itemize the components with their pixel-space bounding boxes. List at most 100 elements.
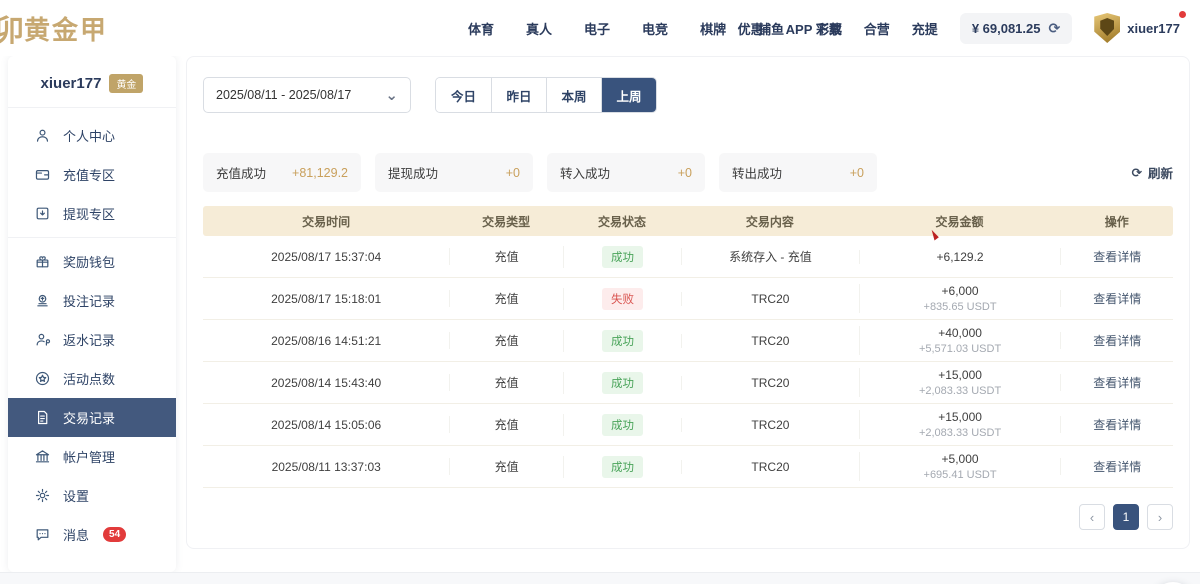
quick-range-tabs: 今日 昨日 本周 上周 (435, 77, 657, 113)
cell-amount: +15,000 (860, 410, 1061, 424)
view-details-link[interactable]: 查看详情 (1093, 292, 1141, 306)
chevron-left-icon: ‹ (1090, 510, 1094, 525)
nav-item-slots[interactable]: 电子 (584, 19, 610, 38)
prev-page-button[interactable]: ‹ (1079, 504, 1105, 530)
link-deposit-withdraw[interactable]: 充提 (912, 19, 938, 38)
col-type: 交易类型 (449, 213, 562, 230)
cell-amount-usdt: +695.41 USDT (860, 469, 1061, 481)
col-amount: 交易金额 (859, 213, 1061, 230)
brand-logo[interactable]: 卯 黄金甲 (0, 6, 194, 50)
sidebar-item-label: 奖励钱包 (63, 252, 115, 271)
tab-yesterday[interactable]: 昨日 (491, 78, 546, 112)
sidebar-item-personal-center[interactable]: 个人中心 (8, 116, 176, 155)
col-content: 交易内容 (681, 213, 859, 230)
footer: 费耶诺德足球俱乐部 亚洲区域合作伙伴 MGA 欧洲马尔他牌 （MGA）认证 ES… (0, 572, 1200, 584)
message-icon (34, 526, 51, 543)
wallet-icon (34, 166, 51, 183)
view-details-link[interactable]: 查看详情 (1093, 334, 1141, 348)
tab-today[interactable]: 今日 (436, 78, 491, 112)
cell-content: TRC20 (681, 292, 859, 306)
cell-time: 2025/08/17 15:37:04 (203, 250, 449, 264)
user-chip[interactable]: xiuer177 (1094, 13, 1186, 43)
withdraw-icon (34, 205, 51, 222)
notification-dot (1179, 11, 1186, 18)
top-bar: 卯 黄金甲 体育 真人 电子 电竞 棋牌 捕鱼 彩票 优惠 APP 下载 合营 … (0, 0, 1200, 56)
view-details-link[interactable]: 查看详情 (1093, 376, 1141, 390)
sidebar-item-activity-points[interactable]: 活动点数 (8, 359, 176, 398)
cell-content: TRC20 (681, 418, 859, 432)
sidebar-item-label: 交易记录 (63, 408, 115, 427)
status-badge: 成功 (602, 372, 643, 394)
balance-pill[interactable]: ¥ 69,081.25 ⟳ (960, 13, 1072, 44)
cell-amount: +5,000 (860, 452, 1061, 466)
nav-item-fishing[interactable]: 捕鱼 (758, 19, 784, 38)
transactions-table: 交易时间 交易类型 交易状态 交易内容 交易金额 操作 2025/08/17 1… (203, 206, 1173, 488)
cell-amount: +40,000 (860, 326, 1061, 340)
tab-this-week[interactable]: 本周 (546, 78, 601, 112)
stat-withdraw-success: 提现成功 +0 (375, 153, 533, 192)
cell-content: TRC20 (681, 376, 859, 390)
status-badge: 成功 (602, 330, 643, 352)
date-range-select[interactable]: 2025/08/11 - 2025/08/17 ⌄ (203, 77, 411, 113)
nav-item-live[interactable]: 真人 (526, 19, 552, 38)
view-details-link[interactable]: 查看详情 (1093, 250, 1141, 264)
sidebar-item-account-management[interactable]: 帐户管理 (8, 437, 176, 476)
nav-item-cards[interactable]: 棋牌 (700, 19, 726, 38)
sidebar-item-label: 活动点数 (63, 369, 115, 388)
sidebar: xiuer177 黄金 个人中心 充值专区 提现专区 奖励钱包 投注记录 返水记… (8, 56, 176, 572)
nav-item-sports[interactable]: 体育 (468, 19, 494, 38)
cell-amount: +6,000 (860, 284, 1061, 298)
rebate-icon (34, 331, 51, 348)
table-row: 2025/08/17 15:37:04 充值 成功 系统存入 - 充值 +6,1… (203, 236, 1173, 278)
cell-time: 2025/08/16 14:51:21 (203, 334, 449, 348)
sidebar-item-rebate-records[interactable]: 返水记录 (8, 320, 176, 359)
sidebar-item-messages[interactable]: 消息 54 (8, 515, 176, 554)
main-nav: 体育 真人 电子 电竞 棋牌 捕鱼 彩票 (468, 19, 842, 38)
cell-type: 充值 (449, 458, 562, 475)
refresh-button[interactable]: ⟳ 刷新 (1132, 163, 1174, 182)
sidebar-user: xiuer177 黄金 (8, 68, 176, 108)
cell-amount-usdt: +2,083.33 USDT (860, 385, 1061, 397)
stat-deposit-success: 充值成功 +81,129.2 (203, 153, 361, 192)
sidebar-item-label: 充值专区 (63, 165, 115, 184)
sidebar-item-reward-wallet[interactable]: 奖励钱包 (8, 242, 176, 281)
user-icon (34, 127, 51, 144)
balance-refresh-icon[interactable]: ⟳ (1049, 20, 1061, 37)
filter-row: 2025/08/11 - 2025/08/17 ⌄ 今日 昨日 本周 上周 (203, 77, 1173, 113)
cell-time: 2025/08/14 15:05:06 (203, 418, 449, 432)
status-badge: 成功 (602, 456, 643, 478)
nav-item-esports[interactable]: 电竞 (642, 19, 668, 38)
nav-item-lottery[interactable]: 彩票 (816, 19, 842, 38)
col-action: 操作 (1060, 213, 1173, 230)
tab-last-week[interactable]: 上周 (601, 78, 656, 112)
col-time: 交易时间 (203, 213, 449, 230)
stat-label: 转入成功 (560, 163, 610, 182)
link-affiliate[interactable]: 合营 (864, 19, 890, 38)
cell-time: 2025/08/17 15:18:01 (203, 292, 449, 306)
view-details-link[interactable]: 查看详情 (1093, 460, 1141, 474)
stat-transfer-out-success: 转出成功 +0 (719, 153, 877, 192)
next-page-button[interactable]: › (1147, 504, 1173, 530)
avatar-shield-icon (1094, 13, 1120, 43)
sidebar-item-label: 设置 (63, 486, 89, 505)
col-status: 交易状态 (563, 213, 681, 230)
sidebar-item-settings[interactable]: 设置 (8, 476, 176, 515)
header-username: xiuer177 (1127, 21, 1180, 36)
view-details-link[interactable]: 查看详情 (1093, 418, 1141, 432)
sidebar-item-bet-records[interactable]: 投注记录 (8, 281, 176, 320)
page-1-button[interactable]: 1 (1113, 504, 1139, 530)
bank-icon (34, 448, 51, 465)
sidebar-divider (8, 237, 176, 238)
bet-record-icon (34, 292, 51, 309)
gear-icon (34, 487, 51, 504)
cell-type: 充值 (449, 416, 562, 433)
sidebar-item-deposit-zone[interactable]: 充值专区 (8, 155, 176, 194)
sidebar-item-transaction-records[interactable]: 交易记录 (8, 398, 176, 437)
cell-time: 2025/08/11 13:37:03 (203, 460, 449, 474)
sidebar-item-withdraw-zone[interactable]: 提现专区 (8, 194, 176, 233)
cell-amount-usdt: +5,571.03 USDT (860, 343, 1061, 355)
stat-value: +0 (678, 166, 692, 180)
page-body: xiuer177 黄金 个人中心 充值专区 提现专区 奖励钱包 投注记录 返水记… (0, 56, 1200, 572)
refresh-label: 刷新 (1148, 163, 1173, 182)
stat-label: 充值成功 (216, 163, 266, 182)
